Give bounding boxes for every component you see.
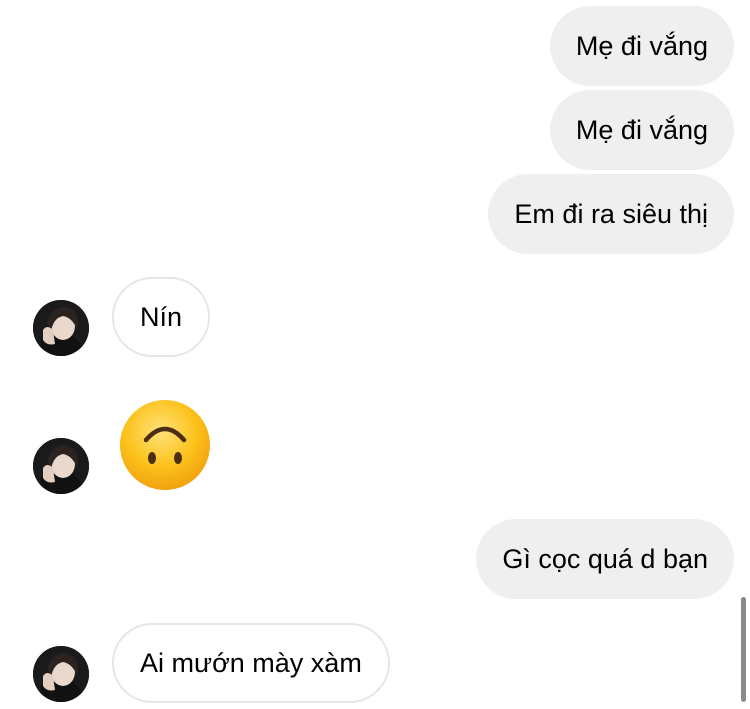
outgoing-message[interactable]: Mẹ đi vắng [549,90,734,170]
avatar-photo-icon [33,300,89,356]
message-text: Gì cọc quá d bạn [502,543,708,574]
message-text: Ai mướn mày xàm [140,647,362,678]
message-text: Mẹ đi vắng [575,114,708,145]
outgoing-message[interactable]: Gì cọc quá d bạn [476,519,734,599]
scrollbar[interactable] [741,597,746,702]
message-text: Nín [140,301,183,332]
message-text: Em đi ra siêu thị [514,198,708,229]
message-text: Mẹ đi vắng [575,30,708,61]
upside-down-face-icon [120,400,210,490]
sender-avatar[interactable] [33,438,89,494]
avatar-photo-icon [33,646,89,702]
incoming-message[interactable]: Ai mướn mày xàm [112,623,390,703]
sender-avatar[interactable] [33,646,89,702]
upside-down-face-emoji-message[interactable] [118,398,212,492]
outgoing-message[interactable]: Em đi ra siêu thị [488,174,734,254]
avatar-photo-icon [33,438,89,494]
incoming-message[interactable]: Nín [112,277,211,357]
outgoing-message[interactable]: Mẹ đi vắng [549,6,734,86]
sender-avatar[interactable] [33,300,89,356]
